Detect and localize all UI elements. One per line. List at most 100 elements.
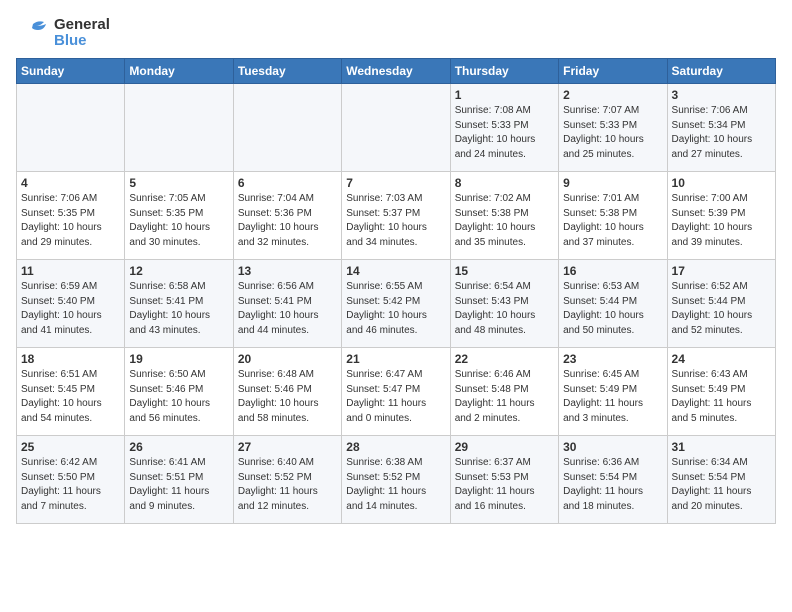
day-number: 15 [455,264,554,278]
weekday-header-thursday: Thursday [450,59,558,84]
day-number: 11 [21,264,120,278]
calendar-cell: 7Sunrise: 7:03 AM Sunset: 5:37 PM Daylig… [342,172,450,260]
calendar-cell: 5 Sunrise: 7:05 AM Sunset: 5:35 PM Daylig… [125,172,233,260]
calendar-cell: 25 Sunrise: 6:42 AM Sunset: 5:50 PM Dayli… [17,436,125,524]
header: General Blue [16,16,776,50]
day-number: 9 [563,176,662,190]
day-info: Sunrise: 7:05 AM Sunset: 5:35 PM Dayligh… [129,192,228,250]
calendar-cell: 9 Sunrise: 7:01 AM Sunset: 5:38 PM Daylig… [559,172,667,260]
weekday-header-tuesday: Tuesday [233,59,341,84]
day-info: Sunrise: 7:06 AM Sunset: 5:35 PM Dayligh… [21,192,120,250]
day-number: 8 [455,176,554,190]
day-info: Sunrise: 6:42 AM Sunset: 5:50 PM Dayligh… [21,456,120,514]
calendar-cell: 11 Sunrise: 6:59 AM Sunset: 5:40 PM Dayli… [17,260,125,348]
calendar-cell [125,84,233,172]
calendar-cell: 12 Sunrise: 6:58 AM Sunset: 5:41 PM Dayli… [125,260,233,348]
day-number: 21 [346,352,445,366]
day-info: Sunrise: 6:50 AM Sunset: 5:46 PM Dayligh… [129,368,228,426]
calendar-cell: 16 Sunrise: 6:53 AM Sunset: 5:44 PM Dayli… [559,260,667,348]
calendar-cell: 3 Sunrise: 7:06 AM Sunset: 5:34 PM Daylig… [667,84,775,172]
day-number: 4 [21,176,120,190]
day-info: Sunrise: 7:02 AM Sunset: 5:38 PM Dayligh… [455,192,554,250]
day-info: Sunrise: 6:46 AM Sunset: 5:48 PM Dayligh… [455,368,554,426]
day-info: Sunrise: 6:43 AM Sunset: 5:49 PM Dayligh… [672,368,771,426]
day-number: 13 [238,264,337,278]
day-info: Sunrise: 6:55 AM Sunset: 5:42 PM Dayligh… [346,280,445,338]
day-number: 25 [21,440,120,454]
calendar-cell: 8 Sunrise: 7:02 AM Sunset: 5:38 PM Daylig… [450,172,558,260]
day-number: 19 [129,352,228,366]
calendar-table: SundayMondayTuesdayWednesdayThursdayFrid… [16,58,776,524]
day-info: Sunrise: 7:03 AM Sunset: 5:37 PM Dayligh… [346,192,445,250]
day-info: Sunrise: 7:00 AM Sunset: 5:39 PM Dayligh… [672,192,771,250]
calendar-cell [342,84,450,172]
calendar-cell: 13Sunrise: 6:56 AM Sunset: 5:41 PM Dayli… [233,260,341,348]
day-number: 17 [672,264,771,278]
day-number: 18 [21,352,120,366]
day-number: 24 [672,352,771,366]
day-number: 1 [455,88,554,102]
day-number: 23 [563,352,662,366]
day-number: 5 [129,176,228,190]
week-row-1: 1 Sunrise: 7:08 AM Sunset: 5:33 PM Daylig… [17,84,776,172]
day-info: Sunrise: 6:48 AM Sunset: 5:46 PM Dayligh… [238,368,337,426]
calendar-cell: 20 Sunrise: 6:48 AM Sunset: 5:46 PM Dayli… [233,348,341,436]
calendar-cell: 18Sunrise: 6:51 AM Sunset: 5:45 PM Dayli… [17,348,125,436]
calendar-cell: 30 Sunrise: 6:36 AM Sunset: 5:54 PM Dayli… [559,436,667,524]
day-number: 20 [238,352,337,366]
calendar-cell: 24 Sunrise: 6:43 AM Sunset: 5:49 PM Dayli… [667,348,775,436]
day-info: Sunrise: 7:01 AM Sunset: 5:38 PM Dayligh… [563,192,662,250]
week-row-5: 25 Sunrise: 6:42 AM Sunset: 5:50 PM Dayli… [17,436,776,524]
day-info: Sunrise: 6:53 AM Sunset: 5:44 PM Dayligh… [563,280,662,338]
calendar-cell: 14Sunrise: 6:55 AM Sunset: 5:42 PM Dayli… [342,260,450,348]
day-info: Sunrise: 7:08 AM Sunset: 5:33 PM Dayligh… [455,104,554,162]
day-info: Sunrise: 6:45 AM Sunset: 5:49 PM Dayligh… [563,368,662,426]
day-number: 16 [563,264,662,278]
weekday-header-friday: Friday [559,59,667,84]
day-number: 26 [129,440,228,454]
day-number: 29 [455,440,554,454]
calendar-cell: 17 Sunrise: 6:52 AM Sunset: 5:44 PM Dayli… [667,260,775,348]
weekday-header-monday: Monday [125,59,233,84]
weekday-header-wednesday: Wednesday [342,59,450,84]
day-number: 6 [238,176,337,190]
calendar-cell: 19 Sunrise: 6:50 AM Sunset: 5:46 PM Dayli… [125,348,233,436]
day-number: 22 [455,352,554,366]
calendar-cell: 15 Sunrise: 6:54 AM Sunset: 5:43 PM Dayli… [450,260,558,348]
weekday-header-row: SundayMondayTuesdayWednesdayThursdayFrid… [17,59,776,84]
day-info: Sunrise: 6:40 AM Sunset: 5:52 PM Dayligh… [238,456,337,514]
calendar-cell: 1 Sunrise: 7:08 AM Sunset: 5:33 PM Daylig… [450,84,558,172]
calendar-cell: 31 Sunrise: 6:34 AM Sunset: 5:54 PM Dayli… [667,436,775,524]
calendar-cell: 23 Sunrise: 6:45 AM Sunset: 5:49 PM Dayli… [559,348,667,436]
week-row-2: 4 Sunrise: 7:06 AM Sunset: 5:35 PM Daylig… [17,172,776,260]
day-number: 10 [672,176,771,190]
calendar-cell: 10 Sunrise: 7:00 AM Sunset: 5:39 PM Dayli… [667,172,775,260]
week-row-4: 18Sunrise: 6:51 AM Sunset: 5:45 PM Dayli… [17,348,776,436]
day-info: Sunrise: 6:41 AM Sunset: 5:51 PM Dayligh… [129,456,228,514]
day-info: Sunrise: 6:52 AM Sunset: 5:44 PM Dayligh… [672,280,771,338]
day-info: Sunrise: 6:34 AM Sunset: 5:54 PM Dayligh… [672,456,771,514]
week-row-3: 11 Sunrise: 6:59 AM Sunset: 5:40 PM Dayli… [17,260,776,348]
calendar-cell: 2 Sunrise: 7:07 AM Sunset: 5:33 PM Daylig… [559,84,667,172]
day-info: Sunrise: 6:59 AM Sunset: 5:40 PM Dayligh… [21,280,120,338]
day-number: 31 [672,440,771,454]
day-info: Sunrise: 6:58 AM Sunset: 5:41 PM Dayligh… [129,280,228,338]
day-info: Sunrise: 6:36 AM Sunset: 5:54 PM Dayligh… [563,456,662,514]
day-info: Sunrise: 6:54 AM Sunset: 5:43 PM Dayligh… [455,280,554,338]
logo: General Blue [16,16,110,50]
day-info: Sunrise: 7:07 AM Sunset: 5:33 PM Dayligh… [563,104,662,162]
day-info: Sunrise: 6:47 AM Sunset: 5:47 PM Dayligh… [346,368,445,426]
calendar-cell: 28Sunrise: 6:38 AM Sunset: 5:52 PM Dayli… [342,436,450,524]
day-number: 3 [672,88,771,102]
day-info: Sunrise: 7:06 AM Sunset: 5:34 PM Dayligh… [672,104,771,162]
day-number: 30 [563,440,662,454]
calendar-cell: 4 Sunrise: 7:06 AM Sunset: 5:35 PM Daylig… [17,172,125,260]
day-number: 2 [563,88,662,102]
day-number: 12 [129,264,228,278]
calendar-cell: 21 Sunrise: 6:47 AM Sunset: 5:47 PM Dayli… [342,348,450,436]
calendar-cell: 29Sunrise: 6:37 AM Sunset: 5:53 PM Dayli… [450,436,558,524]
calendar-cell: 6Sunrise: 7:04 AM Sunset: 5:36 PM Daylig… [233,172,341,260]
logo-blue: Blue [54,33,110,50]
calendar-cell [17,84,125,172]
day-info: Sunrise: 6:38 AM Sunset: 5:52 PM Dayligh… [346,456,445,514]
